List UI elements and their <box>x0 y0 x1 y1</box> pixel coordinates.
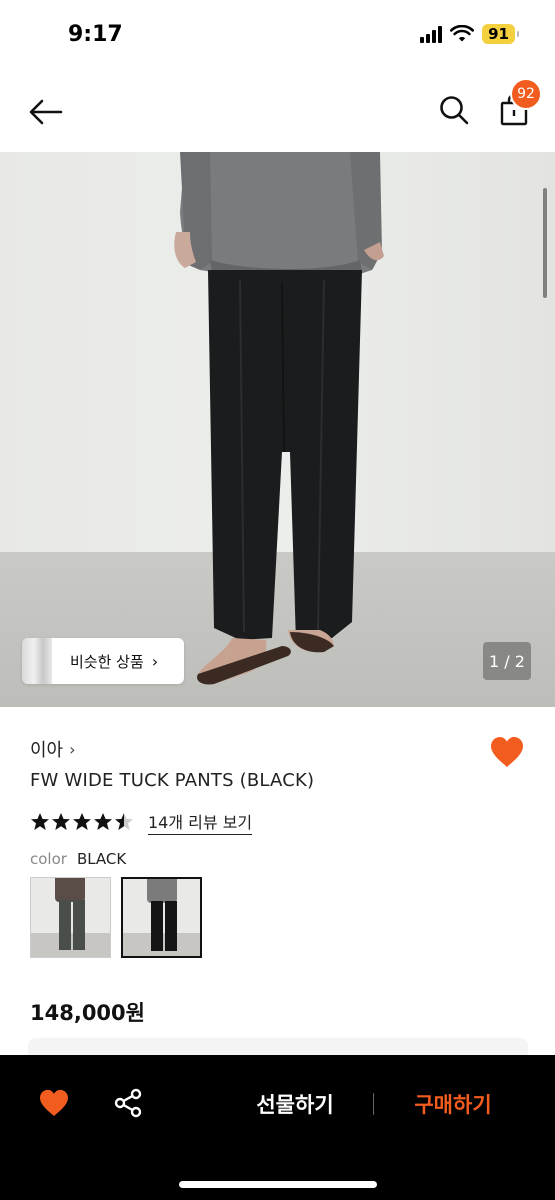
color-label: color <box>30 850 67 868</box>
back-button[interactable] <box>26 92 66 132</box>
status-icons: 91 <box>420 24 519 44</box>
share-icon <box>114 1088 142 1118</box>
similar-products-label: 비슷한 상품 <box>70 652 144 671</box>
cellular-signal-icon <box>420 25 443 43</box>
color-row: color BLACK <box>30 850 126 868</box>
wifi-icon <box>450 25 475 42</box>
color-swatches <box>30 877 202 958</box>
star-icon <box>115 813 133 830</box>
rating-row: 14개 리뷰 보기 <box>30 809 253 835</box>
product-image-gallery[interactable]: 비슷한 상품 › 1 / 2 <box>0 152 555 707</box>
color-swatch-charcoal[interactable] <box>30 877 111 958</box>
star-icon <box>94 813 112 830</box>
star-icon <box>31 813 49 830</box>
image-page-counter: 1 / 2 <box>483 642 531 680</box>
color-value: BLACK <box>76 850 127 868</box>
home-indicator <box>179 1181 377 1188</box>
search-button[interactable] <box>434 90 474 130</box>
bottom-action-bar: 선물하기 구매하기 <box>0 1055 555 1200</box>
product-photo <box>174 152 384 685</box>
heart-icon <box>491 737 523 767</box>
buy-button[interactable]: 구매하기 <box>398 1085 508 1123</box>
search-icon <box>440 96 469 125</box>
heart-icon <box>40 1089 68 1117</box>
back-arrow-icon <box>29 99 63 125</box>
brand-link[interactable]: 이아 › <box>30 736 76 762</box>
cart-count-badge: 92 <box>510 78 542 110</box>
image-scroll-indicator <box>543 188 547 298</box>
similar-products-thumbnail <box>22 638 52 684</box>
share-button[interactable] <box>108 1083 148 1123</box>
status-time: 9:17 <box>68 22 123 47</box>
status-bar: 9:17 91 <box>0 0 555 70</box>
chevron-right-icon: › <box>69 739 76 759</box>
gift-button[interactable]: 선물하기 <box>240 1085 350 1123</box>
product-price: 148,000원 <box>30 1001 145 1025</box>
wishlist-button[interactable] <box>487 732 527 772</box>
similar-products-button[interactable]: 비슷한 상품 › <box>22 638 184 684</box>
product-title: FW WIDE TUCK PANTS (BLACK) <box>30 770 315 791</box>
color-swatch-black[interactable] <box>121 877 202 958</box>
top-navigation <box>0 70 555 152</box>
battery-indicator: 91 <box>482 24 519 44</box>
star-icon <box>52 813 70 830</box>
chevron-right-icon: › <box>151 651 159 671</box>
divider <box>373 1093 374 1115</box>
rating-stars <box>30 812 134 832</box>
review-link[interactable]: 14개 리뷰 보기 <box>148 809 253 835</box>
brand-name: 이아 <box>30 740 64 761</box>
bottom-wishlist-button[interactable] <box>34 1083 74 1123</box>
star-icon <box>73 813 91 830</box>
